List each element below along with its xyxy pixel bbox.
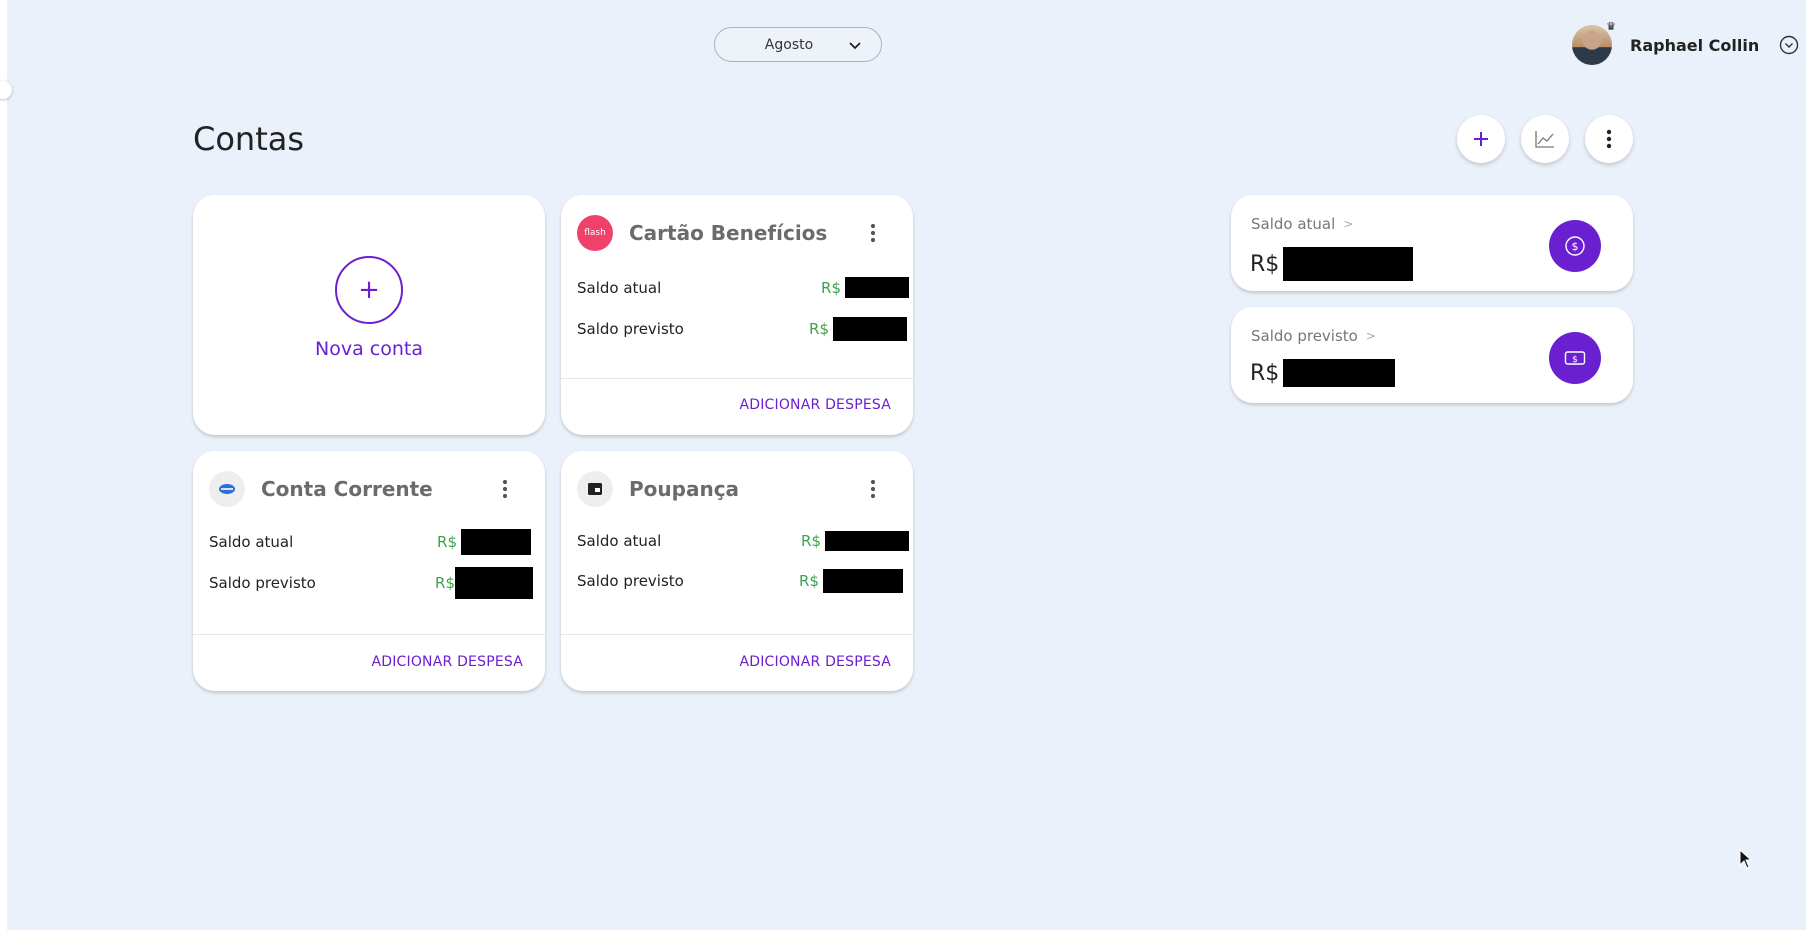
- kebab-icon: [1606, 129, 1612, 149]
- currency: R$: [437, 533, 457, 551]
- account-name: Poupança: [629, 477, 740, 501]
- account-card-conta-corrente: Conta Corrente Saldo atual R$ Saldo prev…: [193, 451, 545, 691]
- crown-icon: ♛: [1606, 20, 1616, 33]
- redacted-value: [845, 277, 909, 298]
- saldo-atual-value: R$: [437, 529, 541, 555]
- month-select-value: Agosto: [764, 36, 814, 53]
- svg-text:$: $: [1572, 355, 1578, 365]
- chevron-down-circle-icon[interactable]: [1779, 35, 1799, 55]
- redacted-value: [1283, 247, 1414, 281]
- redacted-value: [455, 567, 533, 599]
- summary-value: R$: [1250, 247, 1414, 281]
- saldo-previsto-value: R$: [799, 569, 909, 593]
- redacted-value: [461, 529, 531, 555]
- sidebar-toggle[interactable]: [0, 81, 12, 99]
- add-button[interactable]: [1457, 115, 1505, 163]
- mouse-cursor-icon: [1739, 849, 1753, 869]
- avatar[interactable]: ♛: [1572, 21, 1616, 65]
- saldo-atual-row: Saldo atual R$: [577, 531, 909, 551]
- summary-value: R$: [1250, 359, 1396, 387]
- add-expense-button[interactable]: ADICIONAR DESPESA: [371, 654, 523, 670]
- account-menu-icon[interactable]: [495, 477, 515, 501]
- currency: R$: [435, 574, 455, 592]
- saldo-atual-label: Saldo atual: [577, 278, 662, 297]
- plus-circle-icon: +: [335, 256, 403, 324]
- redacted-value: [823, 569, 903, 593]
- saldo-previsto-label: Saldo previsto: [577, 572, 684, 590]
- saldo-atual-label: Saldo atual: [209, 533, 294, 551]
- new-account-label: Nova conta: [315, 338, 423, 360]
- currency: R$: [799, 572, 819, 590]
- account-menu-icon[interactable]: [863, 477, 883, 501]
- currency: R$: [1250, 360, 1280, 386]
- summary-label: Saldo atual >: [1251, 215, 1353, 233]
- saldo-atual-row: Saldo atual R$: [577, 277, 909, 298]
- user-menu[interactable]: ♛ Raphael Collin: [1572, 21, 1799, 68]
- saldo-previsto-row: Saldo previsto R$: [577, 317, 909, 341]
- saldo-atual-value: R$: [801, 531, 909, 551]
- currency: R$: [821, 278, 841, 297]
- account-card-poupanca: Poupança Saldo atual R$ Saldo previsto R…: [561, 451, 913, 691]
- account-name: Cartão Benefícios: [629, 221, 828, 245]
- saldo-previsto-title: Saldo previsto: [1251, 327, 1358, 345]
- svg-text:$: $: [1572, 240, 1579, 253]
- bank-logo-icon: [209, 471, 245, 507]
- saldo-previsto-row: Saldo previsto R$: [577, 569, 909, 593]
- summary-label: Saldo previsto >: [1251, 327, 1376, 345]
- add-expense-button[interactable]: ADICIONAR DESPESA: [739, 654, 891, 670]
- chevron-right-icon: >: [1343, 217, 1354, 231]
- saldo-previsto-label: Saldo previsto: [209, 574, 316, 592]
- chevron-down-icon: [849, 42, 861, 50]
- summary-saldo-atual-card[interactable]: Saldo atual > R$ $: [1231, 195, 1633, 291]
- saldo-previsto-row: Saldo previsto R$: [209, 567, 541, 599]
- add-expense-button[interactable]: ADICIONAR DESPESA: [739, 397, 891, 413]
- divider: [561, 378, 913, 379]
- plus-icon: [1474, 132, 1488, 146]
- divider: [561, 634, 913, 635]
- redacted-value: [1283, 359, 1396, 387]
- saldo-atual-label: Saldo atual: [577, 532, 662, 550]
- currency: R$: [1250, 251, 1280, 277]
- new-account-card[interactable]: + Nova conta: [193, 195, 545, 435]
- redacted-value: [825, 531, 909, 551]
- chart-button[interactable]: [1521, 115, 1569, 163]
- month-select[interactable]: Agosto: [714, 27, 882, 62]
- saldo-previsto-label: Saldo previsto: [577, 320, 684, 338]
- wallet-logo-icon: [577, 471, 613, 507]
- redacted-value: [833, 317, 907, 341]
- saldo-atual-title: Saldo atual: [1251, 215, 1336, 233]
- account-name: Conta Corrente: [261, 477, 433, 501]
- left-edge: [0, 0, 7, 930]
- user-name: Raphael Collin: [1630, 35, 1760, 55]
- account-menu-icon[interactable]: [863, 221, 883, 245]
- saldo-atual-value: R$: [821, 277, 909, 298]
- saldo-previsto-value: R$: [809, 317, 909, 341]
- currency: R$: [801, 532, 821, 550]
- summary-saldo-previsto-card[interactable]: Saldo previsto > R$ $: [1231, 307, 1633, 403]
- line-chart-icon: [1535, 131, 1554, 148]
- saldo-previsto-value: R$: [435, 567, 541, 599]
- cash-icon: $: [1549, 332, 1601, 384]
- divider: [193, 634, 545, 635]
- more-options-button[interactable]: [1585, 115, 1633, 163]
- chevron-right-icon: >: [1365, 329, 1376, 343]
- page-title: Contas: [193, 120, 305, 158]
- saldo-atual-row: Saldo atual R$: [209, 529, 541, 555]
- currency: R$: [809, 320, 829, 338]
- flash-logo-icon: flash: [577, 215, 613, 251]
- dollar-circle-icon: $: [1549, 220, 1601, 272]
- account-card-beneficios: flash Cartão Benefícios Saldo atual R$ S…: [561, 195, 913, 435]
